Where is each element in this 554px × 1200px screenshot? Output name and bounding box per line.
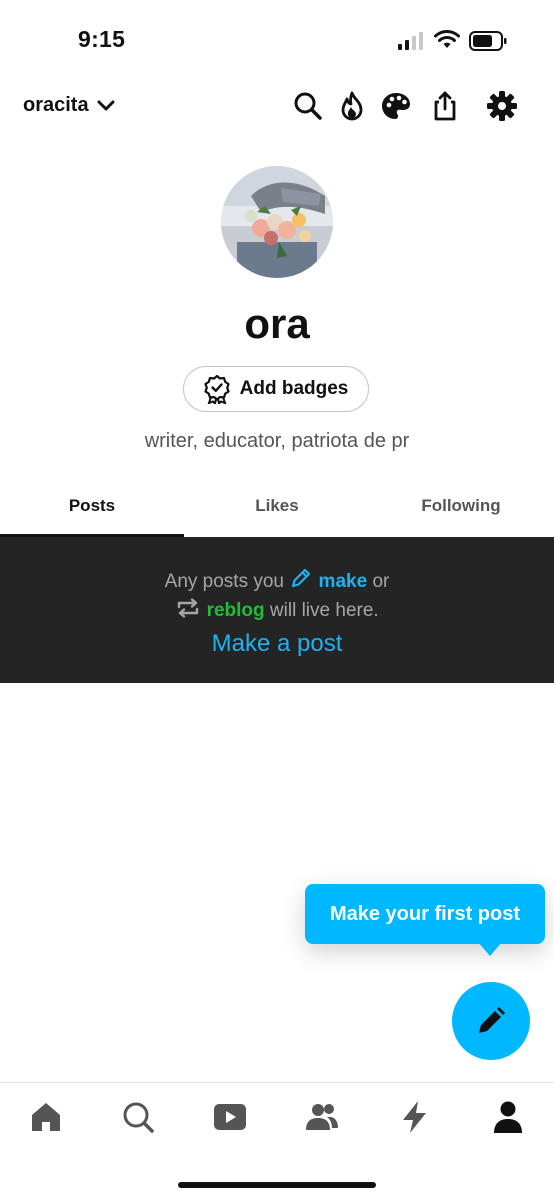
- make-a-post-link[interactable]: Make a post: [0, 630, 554, 658]
- chevron-down-icon: [97, 100, 115, 110]
- tooltip-tail: [478, 942, 502, 956]
- empty-state-or: or: [372, 571, 390, 592]
- empty-state-line-1: Any posts you make or: [0, 566, 554, 593]
- reblog-link[interactable]: reblog: [207, 600, 265, 621]
- home-icon[interactable]: [29, 1100, 63, 1134]
- avatar[interactable]: [221, 166, 333, 278]
- tab-following[interactable]: Following: [369, 496, 553, 516]
- explore-icon[interactable]: [121, 1100, 155, 1134]
- share-icon[interactable]: [429, 90, 461, 122]
- communities-icon[interactable]: [305, 1100, 339, 1134]
- tab-posts[interactable]: Posts: [0, 496, 184, 516]
- video-icon[interactable]: [213, 1100, 247, 1134]
- tab-likes[interactable]: Likes: [185, 496, 369, 516]
- first-post-tooltip[interactable]: Make your first post: [305, 884, 545, 944]
- flame-icon[interactable]: [336, 90, 368, 122]
- activity-icon[interactable]: [398, 1100, 432, 1134]
- badge-icon: [204, 374, 230, 404]
- cellular-signal-icon: [398, 32, 423, 50]
- add-badges-label: Add badges: [239, 378, 349, 399]
- search-icon[interactable]: [292, 90, 324, 122]
- blog-title: ora: [244, 300, 310, 347]
- avatar-photo: [221, 166, 333, 278]
- make-link[interactable]: make: [319, 571, 368, 592]
- reblog-icon: [178, 598, 199, 618]
- add-badges-button[interactable]: Add badges: [183, 366, 369, 412]
- pencil-icon: [479, 1007, 505, 1033]
- empty-state-line-2: reblog will live here.: [0, 597, 554, 622]
- empty-state-suffix: will live here.: [269, 600, 379, 621]
- compose-button[interactable]: [452, 982, 530, 1060]
- blog-description: writer, educator, patriota de pr: [144, 430, 410, 452]
- account-icon[interactable]: [491, 1100, 525, 1134]
- empty-state-prefix: Any posts you: [164, 571, 284, 592]
- battery-icon: [469, 31, 507, 51]
- blog-name: oracita: [23, 94, 89, 116]
- status-time: 9:15: [78, 26, 126, 52]
- pencil-icon: [292, 568, 311, 588]
- wifi-icon: [434, 30, 460, 48]
- home-indicator: [178, 1182, 376, 1188]
- blog-switcher[interactable]: oracita: [23, 94, 115, 117]
- bottom-nav-divider: [0, 1082, 554, 1083]
- settings-icon[interactable]: [486, 90, 518, 122]
- palette-icon[interactable]: [380, 90, 412, 122]
